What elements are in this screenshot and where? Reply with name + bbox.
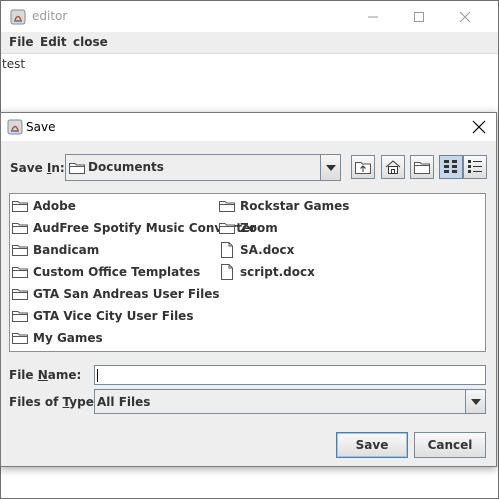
files-of-type-dropdown-arrow[interactable] [465,390,485,413]
menu-file[interactable]: File [9,35,34,49]
save-in-label: Save In: [10,161,65,175]
dialog-title: Save [26,120,56,134]
chevron-down-icon [470,398,481,405]
save-in-dropdown-arrow[interactable] [320,155,340,180]
files-of-type-value: All Files [97,395,151,409]
save-dialog: Save Save In: Documents Adobe AudFree Sp… [0,112,497,467]
file-name-text: Adobe [33,199,76,213]
editor-title-bar: editor [1,1,498,32]
details-view-icon [468,160,482,173]
file-name-text: Custom Office Templates [33,265,201,279]
file-list[interactable]: Adobe AudFree Spotify Music Converter Ba… [9,193,486,352]
close-icon [459,11,471,22]
list-item[interactable]: Rockstar Games [219,197,349,215]
file-name-text: My Games [33,331,103,345]
list-item[interactable]: SA.docx [219,241,294,259]
file-name-text: Bandicam [33,243,100,257]
dialog-close-button[interactable] [468,116,490,138]
menu-close[interactable]: close [73,35,108,49]
up-one-level-button[interactable] [351,155,375,179]
list-view-icon [444,160,457,173]
list-item[interactable]: Zoom [219,219,278,237]
maximize-icon [414,11,424,22]
folder-icon [12,286,28,302]
files-of-type-label: Files of Type: [9,395,99,409]
minimize-icon [368,16,378,17]
list-item[interactable]: My Games [12,329,103,347]
editor-content-text[interactable]: test [2,57,25,71]
list-item[interactable]: Adobe [12,197,76,215]
editor-title: editor [32,9,68,23]
file-name-text: script.docx [240,265,315,279]
list-item[interactable]: Bandicam [12,241,99,259]
list-item[interactable]: Custom Office Templates [12,263,200,281]
file-name-field[interactable] [94,365,486,385]
file-name-label: File Name: [9,368,82,382]
save-in-value: Documents [88,160,164,174]
folder-icon [12,330,28,346]
folder-icon [219,220,235,236]
file-name-text: Rockstar Games [240,199,350,213]
list-item[interactable]: GTA San Andreas User Files [12,285,220,303]
close-window-button[interactable] [442,1,488,32]
minimize-button[interactable] [350,1,396,32]
file-name-text: GTA Vice City User Files [33,309,194,323]
maximize-button[interactable] [396,1,442,32]
folder-icon [12,220,28,236]
close-icon [472,120,486,134]
details-view-button[interactable] [463,155,487,179]
folder-icon [12,308,28,324]
new-folder-icon [414,162,430,174]
list-item[interactable]: GTA Vice City User Files [12,307,193,325]
file-name-text: SA.docx [240,243,295,257]
folder-icon [69,163,85,174]
save-in-combo[interactable]: Documents [65,154,341,181]
menu-edit[interactable]: Edit [40,35,67,49]
new-folder-button[interactable] [410,155,434,179]
cancel-button[interactable]: Cancel [414,432,486,458]
file-name-text: Zoom [240,221,278,235]
home-icon [385,160,401,174]
file-name-text: GTA San Andreas User Files [33,287,220,301]
document-icon [219,242,235,258]
save-button[interactable]: Save [336,432,408,458]
chevron-down-icon [325,164,336,171]
folder-icon [219,198,235,214]
folder-icon [12,198,28,214]
list-view-button[interactable] [439,155,463,179]
document-icon [219,264,235,280]
folder-icon [12,264,28,280]
list-item[interactable]: script.docx [219,263,315,281]
home-button[interactable] [381,155,405,179]
java-app-icon [10,9,26,25]
text-caret [97,369,98,382]
up-one-level-icon [355,162,371,174]
menu-bar: File Edit close [1,32,498,54]
folder-icon [12,242,28,258]
java-app-icon [7,119,23,135]
files-of-type-combo[interactable]: All Files [94,389,486,414]
dialog-title-bar: Save [1,113,496,141]
